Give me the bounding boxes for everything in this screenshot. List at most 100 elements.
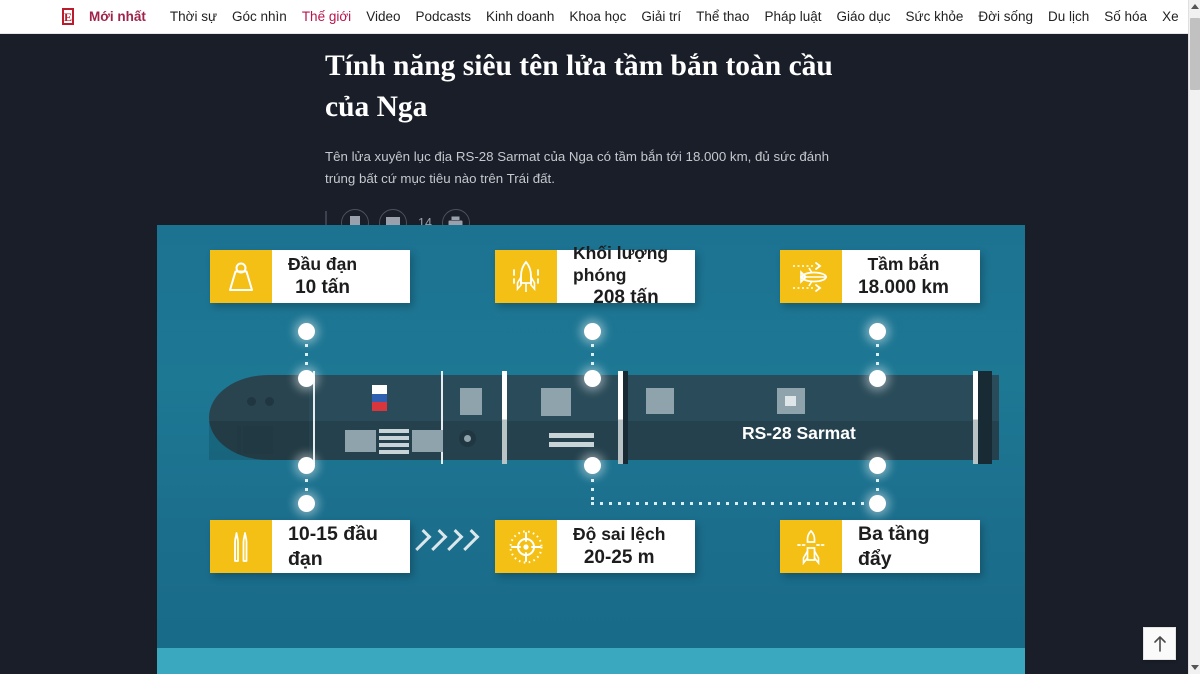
infographic-panel: RS-28 Sarmat Đầu đạn 10 tấn Khối lượng p…: [157, 225, 1025, 674]
nav-item-video[interactable]: Video: [366, 9, 400, 24]
nav-item-giai-tri[interactable]: Giải trí: [641, 9, 681, 24]
card-launch-mass[interactable]: Khối lượng phóng 208 tấn: [495, 243, 695, 308]
nav-item-xe[interactable]: Xe: [1162, 9, 1179, 24]
missile-panel-e: [646, 388, 674, 414]
card-icon-box: [495, 250, 557, 303]
missile-port-1: [247, 397, 256, 406]
card-stages[interactable]: Ba tầng đẩy: [780, 520, 980, 573]
article-lede: Tên lửa xuyên lục địa RS-28 Sarmat của N…: [325, 149, 829, 186]
article-container: Tính năng siêu tên lửa tầm bắn toàn cầu …: [0, 34, 1188, 238]
missile-nose-panel: [243, 426, 273, 454]
card-line-1: Khối lượng phóng: [573, 243, 669, 285]
logo-letter: E: [64, 9, 73, 24]
card-icon-box: [210, 250, 272, 303]
chevron-group: [409, 529, 480, 551]
missile-nose-panel-edge: [237, 426, 241, 454]
missile-separator-4-shadow: [623, 371, 628, 464]
scroll-down-arrow[interactable]: [1189, 661, 1200, 674]
rocket-launch-icon: [513, 260, 539, 292]
nav-item-podcasts[interactable]: Podcasts: [415, 9, 471, 24]
connector-node-top-left-upper[interactable]: [298, 323, 315, 340]
nav-item-suc-khoe[interactable]: Sức khỏe: [906, 9, 964, 24]
card-text-box: Tầm bắn 18.000 km: [842, 250, 965, 303]
connector-node-bottom-left-upper[interactable]: [298, 457, 315, 474]
connector-node-bottom-left-lower[interactable]: [298, 495, 315, 512]
missile-port-2: [265, 397, 274, 406]
connector-node-bottom-mid-upper[interactable]: [584, 457, 601, 474]
three-stage-rocket-icon: [797, 529, 825, 565]
card-warhead-count[interactable]: 10-15 đầu đạn: [210, 520, 410, 573]
card-text-box: Đầu đạn 10 tấn: [272, 250, 373, 303]
card-line-1: Độ sai lệch: [573, 523, 666, 544]
card-text-box: Độ sai lệch 20-25 m: [557, 520, 681, 573]
missile-stripe-pair: [549, 433, 594, 447]
vnexpress-logo[interactable]: E: [62, 8, 75, 25]
nav-item-the-thao[interactable]: Thể thao: [696, 9, 749, 24]
card-line-1: Ba tầng đẩy: [858, 523, 930, 570]
connector-line-bottom-mid: [591, 470, 594, 504]
nav-item-goc-nhin[interactable]: Góc nhìn: [232, 9, 287, 24]
nav-item-thoi-su[interactable]: Thời sự: [170, 9, 217, 24]
russia-flag-icon: [372, 385, 387, 411]
card-line-2: 10 tấn: [295, 276, 350, 298]
missile-panel-a: [345, 430, 376, 452]
infographic-bottom-strip: [157, 648, 1025, 674]
crosshair-icon: [509, 530, 543, 563]
nav-item-khoa-hoc[interactable]: Khoa học: [569, 9, 626, 24]
missile-panel-d: [541, 388, 571, 416]
connector-line-bottom-horizontal: [591, 502, 879, 505]
card-line-1: Tầm bắn: [867, 253, 940, 274]
nav-item-du-lich[interactable]: Du lịch: [1048, 9, 1089, 24]
page-title: Tính năng siêu tên lửa tầm bắn toàn cầu …: [325, 50, 833, 123]
card-icon-box: [780, 520, 842, 573]
missile-panel-c: [460, 388, 482, 415]
scrollbar-thumb[interactable]: [1190, 18, 1200, 90]
nav-item-the-gioi[interactable]: Thế giới: [302, 9, 351, 24]
connector-node-top-right-upper[interactable]: [869, 323, 886, 340]
nav-item-doi-song[interactable]: Đời sống: [978, 9, 1033, 24]
connector-node-top-mid-upper[interactable]: [584, 323, 601, 340]
connector-node-top-right-lower[interactable]: [869, 370, 886, 387]
missile-panel-f-inner: [785, 396, 796, 406]
card-line-2: 208 tấn: [593, 287, 659, 309]
missile-panel-b: [412, 430, 443, 452]
connector-node-bottom-right-upper[interactable]: [869, 457, 886, 474]
nav-item-kinh-doanh[interactable]: Kinh doanh: [486, 9, 554, 24]
missile-shadow-band: [209, 421, 999, 460]
missile-tail-block: [978, 371, 992, 464]
card-line-1: 10-15 đầu đạn: [288, 523, 378, 570]
card-range[interactable]: Tầm bắn 18.000 km: [780, 250, 980, 303]
missile-hatch: [459, 430, 476, 447]
missile-vent-grille: [379, 429, 409, 454]
missile-separator-3: [502, 371, 507, 464]
card-accuracy[interactable]: Độ sai lệch 20-25 m: [495, 520, 695, 573]
card-text-box: Khối lượng phóng 208 tấn: [557, 243, 695, 308]
warheads-icon: [234, 531, 248, 562]
chevron-right-icon: [457, 529, 480, 551]
back-to-top-button[interactable]: [1143, 627, 1176, 660]
nav-item-phap-luat[interactable]: Pháp luật: [764, 9, 821, 24]
card-line-2: 18.000 km: [858, 276, 949, 298]
connector-node-top-left-lower[interactable]: [298, 370, 315, 387]
missile-illustration: RS-28 Sarmat: [209, 371, 1019, 464]
missile-flight-icon: [793, 261, 827, 292]
card-line-1: Đầu đạn: [288, 253, 358, 274]
nav-item-latest[interactable]: Mới nhất: [89, 9, 146, 24]
card-icon-box: [780, 250, 842, 303]
missile-separator-1: [313, 371, 315, 464]
scroll-up-arrow[interactable]: [1189, 0, 1200, 13]
page-scrollbar[interactable]: [1188, 0, 1200, 674]
connector-node-bottom-right-lower[interactable]: [869, 495, 886, 512]
card-line-2: 20-25 m: [583, 546, 655, 568]
weight-icon: [229, 262, 253, 291]
card-text-box: Ba tầng đẩy: [842, 520, 980, 573]
connector-node-top-mid-lower[interactable]: [584, 370, 601, 387]
nav-item-giao-duc[interactable]: Giáo dục: [836, 9, 890, 24]
nav-item-so-hoa[interactable]: Số hóa: [1104, 9, 1147, 24]
top-navigation-bar: E Mới nhất Thời sự Góc nhìn Thế giới Vid…: [0, 0, 1200, 34]
missile-name-label: RS-28 Sarmat: [742, 423, 856, 443]
card-icon-box: [210, 520, 272, 573]
arrow-up-icon: [1153, 636, 1166, 652]
card-warhead-weight[interactable]: Đầu đạn 10 tấn: [210, 250, 410, 303]
card-text-box: 10-15 đầu đạn: [272, 520, 410, 573]
